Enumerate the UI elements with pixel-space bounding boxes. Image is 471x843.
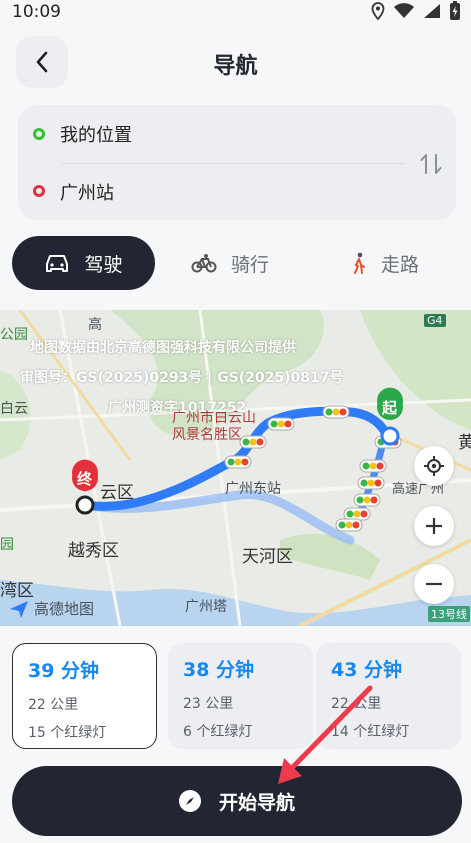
wifi-icon [394, 3, 414, 18]
location-icon [371, 2, 385, 20]
swap-icon [420, 154, 442, 174]
metro-line-13-badge: 13号线 [428, 606, 470, 622]
page-title: 导航 [213, 54, 258, 79]
traffic-lights-layer [72, 387, 403, 532]
plus-icon [426, 518, 442, 534]
route-option-1[interactable]: 39 分钟 22 公里 15 个红绿灯 [12, 643, 157, 749]
origin-dot-icon [33, 128, 45, 140]
crosshair-icon [424, 456, 444, 476]
amap-arrow-icon [10, 600, 28, 618]
tab-bike[interactable]: 骑行 [180, 236, 280, 290]
route-option-time: 39 分钟 [28, 660, 100, 682]
map-label-gao: 高 [88, 317, 102, 333]
map-label-park-left: 园 [0, 537, 14, 553]
locate-me-button[interactable] [414, 446, 454, 486]
map-label-baiyun: 白云 [0, 401, 28, 417]
route-option-time: 38 分钟 [183, 659, 255, 681]
car-icon [46, 255, 69, 272]
battery-icon [450, 1, 460, 20]
route-divider [60, 163, 405, 164]
annotation-arrow-icon [278, 685, 373, 784]
route-option-distance: 22 公里 [28, 697, 79, 713]
tab-drive-label: 驾驶 [84, 253, 123, 276]
zoom-out-button[interactable] [414, 564, 454, 604]
map-label-canton-tower: 广州塔 [185, 599, 227, 615]
map-label-guangzhou-east: 广州东站 [225, 481, 281, 497]
start-marker-label: 起 [382, 399, 398, 417]
swap-button[interactable] [416, 149, 446, 179]
compass-icon [178, 790, 201, 812]
map-label-tianhe: 天河区 [242, 547, 293, 567]
route-option-lights: 6 个红绿灯 [183, 724, 253, 740]
route-map[interactable]: 起 终 公园 高 白云 广州市白云山 风景名胜区 云区 广州东站 越秀区 天河区… [0, 310, 471, 626]
end-marker-label: 终 [77, 470, 93, 488]
map-label-yuexiu: 越秀区 [68, 541, 119, 561]
minus-icon [426, 582, 442, 586]
map-label-baiyun-district: 云区 [100, 483, 134, 503]
status-icons [371, 0, 461, 22]
start-navigation-label: 开始导航 [218, 791, 295, 814]
map-label-park: 公园 [0, 327, 28, 343]
map-copyright-line-3: 广州测资字1017252 [108, 400, 247, 416]
walking-icon [353, 252, 365, 274]
start-navigation-button[interactable]: 开始导航 [12, 766, 462, 836]
route-input-card: 我的位置 广州站 [18, 105, 456, 220]
road-shield-g4: G4 [424, 314, 446, 327]
tab-walk[interactable]: 走路 [335, 236, 435, 290]
origin-field[interactable]: 我的位置 [60, 121, 132, 147]
signal-icon [424, 4, 440, 18]
status-time: 10:09 [12, 2, 61, 22]
bicycle-icon [191, 254, 217, 273]
route-option-time: 43 分钟 [331, 659, 403, 681]
route-option-distance: 23 公里 [183, 696, 234, 712]
zoom-in-button[interactable] [414, 506, 454, 546]
amap-logo-text: 高德地图 [34, 600, 95, 618]
destination-dot-icon [33, 185, 45, 197]
map-copyright-line-2: 审图号：GS(2025)0293号 | GS(2025)0817号 [20, 370, 344, 386]
tab-drive[interactable]: 驾驶 [12, 236, 155, 290]
route-option-lights: 15 个红绿灯 [28, 725, 107, 741]
amap-logo: 高德地图 [8, 598, 94, 619]
tab-walk-label: 走路 [380, 253, 419, 276]
tab-bike-label: 骑行 [230, 253, 269, 276]
map-copyright-line-1: 地图数据由北京高德图强科技有限公司提供 [30, 340, 296, 356]
destination-field[interactable]: 广州站 [60, 179, 114, 205]
map-label-huang: 黄 [458, 433, 471, 453]
